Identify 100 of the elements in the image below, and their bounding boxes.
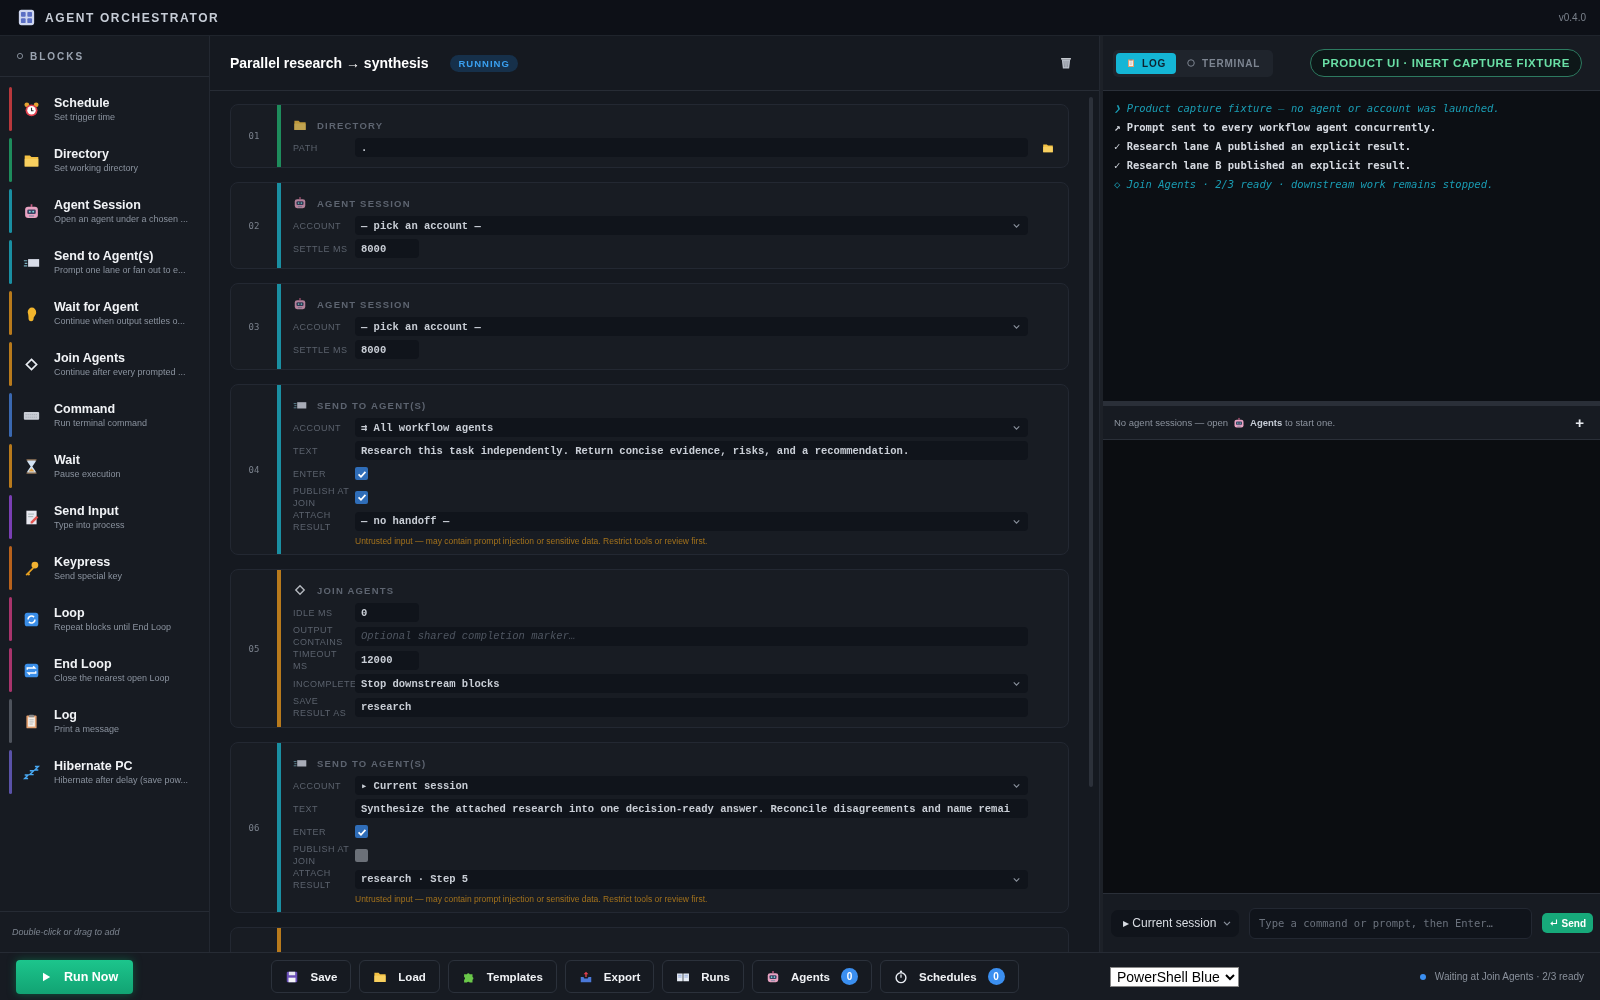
stopwatch-icon bbox=[894, 969, 908, 984]
command-field[interactable]: Type a command or prompt, then Enter… bbox=[1249, 907, 1532, 939]
wastebasket-icon bbox=[1059, 56, 1073, 70]
select-field[interactable]: — pick an account — bbox=[355, 216, 1028, 235]
field-label: ACCOUNT bbox=[293, 779, 342, 792]
block-item[interactable]: Loop Repeat blocks until End Loop bbox=[9, 597, 209, 641]
robot-icon bbox=[293, 297, 307, 311]
repeat-icon bbox=[23, 661, 40, 679]
step-number: 05 bbox=[248, 643, 260, 654]
toolbar-button[interactable]: Runs bbox=[662, 960, 744, 993]
toolbar-button[interactable]: Agents 0 bbox=[752, 960, 872, 993]
block-description: Prompt one lane or fan out to e... bbox=[54, 265, 186, 275]
empty-text: Agents to start one. bbox=[1250, 417, 1336, 428]
block-description: Repeat blocks until End Loop bbox=[54, 622, 172, 632]
status-badge: RUNNING bbox=[450, 54, 518, 72]
select-field[interactable]: ⇉ All workflow agents bbox=[355, 418, 1028, 437]
field-label: TIMEOUT MS bbox=[293, 648, 338, 672]
robot-icon bbox=[766, 969, 780, 984]
field-label: PUBLISH AT JOIN bbox=[293, 843, 351, 867]
number-field[interactable]: 8000 bbox=[355, 239, 419, 258]
hourglass-icon bbox=[23, 457, 40, 475]
toolbar-button[interactable]: Schedules 0 bbox=[880, 960, 1019, 993]
block-item[interactable]: Log Print a message bbox=[9, 699, 209, 743]
tab[interactable]: LOG bbox=[1116, 52, 1177, 74]
field-label: ATTACH RESULT bbox=[293, 867, 332, 891]
app-grid-icon bbox=[18, 9, 35, 26]
block-item[interactable]: Wait Pause execution bbox=[9, 444, 209, 488]
block-item[interactable]: Schedule Set trigger time bbox=[9, 87, 209, 131]
block-description: Run terminal command bbox=[54, 418, 148, 428]
text-field[interactable]: . bbox=[355, 138, 1028, 157]
step-number: 03 bbox=[248, 321, 260, 332]
step-title: JOIN AGENTS bbox=[317, 584, 395, 596]
step-number: 01 bbox=[248, 131, 260, 141]
select-field[interactable]: — pick an account — bbox=[355, 317, 1028, 336]
fixture-badge: PRODUCT UI · INERT CAPTURE FIXTURE bbox=[1310, 49, 1582, 77]
field-label: PATH bbox=[293, 141, 319, 154]
circle-icon bbox=[16, 52, 24, 60]
diamond-icon bbox=[293, 583, 307, 597]
block-item[interactable]: Agent Session Open an agent under a chosen ... bbox=[9, 189, 209, 233]
checkbox[interactable] bbox=[355, 848, 368, 862]
block-description: Type into process bbox=[54, 520, 125, 530]
block-item[interactable]: Directory Set working directory bbox=[9, 138, 209, 182]
toolbar-button[interactable]: Save bbox=[271, 960, 352, 993]
block-item[interactable]: Keypress Send special key bbox=[9, 546, 209, 590]
block-item[interactable]: Wait for Agent Continue when output settles o... bbox=[9, 291, 209, 335]
text-field[interactable]: Research this task independently. Return concise evidence, risks, and a recommendation. bbox=[355, 441, 1028, 460]
field-label: ENTER bbox=[293, 825, 327, 838]
count-badge: 0 bbox=[841, 968, 858, 985]
select-field[interactable]: research · Step 5 bbox=[355, 869, 1028, 889]
block-title: Hibernate PC bbox=[54, 759, 134, 773]
log-line: ◇ Join Agents · 2/3 ready · downstream work remains stopped. bbox=[1114, 177, 1495, 192]
select-field[interactable]: Stop downstream blocks bbox=[355, 674, 1028, 693]
checkbox[interactable] bbox=[355, 490, 368, 504]
number-field[interactable]: 12000 bbox=[355, 650, 419, 670]
block-title: Log bbox=[54, 708, 78, 722]
number-field[interactable]: 8000 bbox=[355, 340, 419, 359]
block-item[interactable]: Send Input Type into process bbox=[9, 495, 209, 539]
step-title: AGENT SESSION bbox=[317, 298, 411, 310]
field-label: TEXT bbox=[293, 802, 319, 815]
select-field[interactable]: ▸ Current session bbox=[355, 776, 1028, 795]
block-title: Wait bbox=[54, 453, 81, 467]
checkbox[interactable] bbox=[355, 825, 368, 838]
text-field[interactable]: Synthesize the attached research into one decision-ready answer. Reconcile disagreements and name remai bbox=[355, 799, 1028, 818]
step-title: SEND TO AGENT(S) bbox=[317, 399, 427, 411]
sleep-icon bbox=[23, 763, 40, 781]
block-item[interactable]: Command Run terminal command bbox=[9, 393, 209, 437]
block-description: Hibernate after delay (save pow... bbox=[54, 775, 189, 785]
block-item[interactable]: Join Agents Continue after every prompted ... bbox=[9, 342, 209, 386]
block-title: Send Input bbox=[54, 504, 120, 518]
checkbox[interactable] bbox=[355, 467, 368, 480]
theme-select[interactable]: PowerShell Blue bbox=[1110, 966, 1239, 987]
robot-icon bbox=[23, 202, 40, 220]
field-label: SAVE RESULT AS bbox=[293, 695, 348, 719]
select-field[interactable]: — no handoff — bbox=[355, 511, 1028, 531]
workflow-title: Parallel research → synthesis bbox=[230, 55, 429, 71]
number-field[interactable]: 0 bbox=[355, 603, 419, 622]
toolbar-button[interactable]: Templates bbox=[447, 960, 557, 993]
block-description: Print a message bbox=[54, 724, 120, 734]
field-label: OUTPUT CONTAINS bbox=[293, 624, 344, 648]
text-field[interactable]: research bbox=[355, 697, 1028, 717]
block-title: Send to Agent(s) bbox=[54, 249, 155, 263]
log-line: ✓ Research lane A published an explicit result. bbox=[1114, 139, 1413, 154]
block-item[interactable]: Send to Agent(s) Prompt one lane or fan out to e... bbox=[9, 240, 209, 284]
field-label: ACCOUNT bbox=[293, 421, 342, 434]
block-title: Command bbox=[54, 402, 117, 416]
block-title: Directory bbox=[54, 147, 110, 161]
toolbar-button[interactable]: Load bbox=[359, 960, 440, 993]
count-badge: 0 bbox=[987, 968, 1005, 985]
add-button[interactable]: + bbox=[1575, 414, 1584, 431]
tab[interactable]: TERMINAL bbox=[1176, 52, 1271, 74]
session-select[interactable]: ▸ Current session bbox=[1111, 909, 1239, 937]
toolbar-button[interactable]: Export bbox=[564, 960, 655, 993]
field-label: ACCOUNT bbox=[293, 320, 342, 333]
block-item[interactable]: Hibernate PC Hibernate after delay (save pow... bbox=[9, 750, 209, 794]
step-title: DIRECTORY bbox=[317, 119, 384, 131]
diamond-icon bbox=[23, 355, 40, 373]
folder-icon bbox=[293, 118, 307, 132]
block-item[interactable]: End Loop Close the nearest open Loop bbox=[9, 648, 209, 692]
app-title: AGENT ORCHESTRATOR bbox=[45, 10, 220, 25]
field-label: SETTLE MS bbox=[293, 343, 349, 356]
